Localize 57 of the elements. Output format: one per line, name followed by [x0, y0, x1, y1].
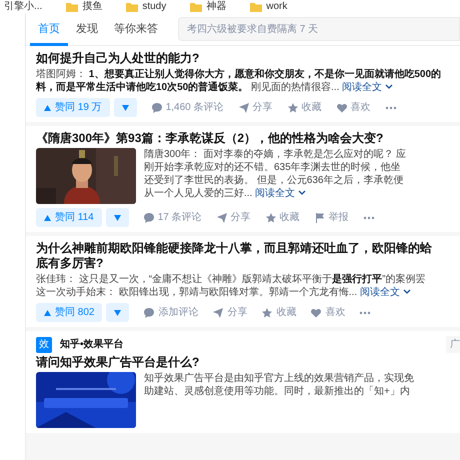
star-icon [264, 212, 277, 224]
answer-excerpt: 料，而是平常生活中请他吃10次50的普通饭菜。 刚见面的热情很容... 阅读全文 [36, 81, 442, 94]
chevron-down-icon [402, 289, 411, 296]
comment-icon [143, 306, 156, 318]
paper-plane-icon [238, 102, 250, 114]
brand-name[interactable]: 知乎•效果平台 [60, 337, 124, 352]
chevron-down-icon [298, 190, 306, 196]
bookmark-link[interactable]: 神器 [206, 0, 226, 13]
triangle-up-icon [44, 214, 51, 220]
answer-excerpt: 从一个人见人爱的三好... 阅读全文 [144, 187, 406, 200]
downvote-button[interactable] [114, 98, 137, 117]
star-icon [261, 306, 274, 318]
answer-excerpt: 这一次动手始末： 欧阳锋出现，郭靖与欧阳锋对掌。郭靖一个亢龙有悔... 阅读全文 [36, 286, 426, 299]
heart-icon [310, 306, 322, 318]
chevron-down-icon [384, 84, 393, 90]
bookmark-link[interactable]: study [142, 0, 166, 13]
question-title[interactable]: 请问知乎效果广告平台是什么? [36, 355, 454, 370]
answer-excerpt: 还受到了李世民的表扬。 但是，公元636年之后，李承乾便 [144, 174, 404, 187]
nav-tab[interactable]: 首页 [30, 13, 68, 46]
read-more-link[interactable]: 阅读全文 [342, 82, 393, 93]
more-icon[interactable] [384, 106, 396, 110]
bookmark-link[interactable]: 摸鱼 [82, 0, 102, 13]
read-more-link[interactable]: 阅读全文 [360, 287, 411, 298]
triangle-up-icon [44, 310, 51, 316]
answer-excerpt: 张佳玮： 这只是又一次，“金庸不想让《神雕》版郭靖太破坏平衡于是强行打平”的案例罢 [36, 273, 426, 286]
downvote-button[interactable] [106, 208, 129, 227]
bookmark-link[interactable]: work [266, 0, 288, 13]
downvote-button[interactable] [106, 303, 130, 322]
search-field[interactable]: 考四六级被要求自费隔离 7 天 [178, 17, 460, 41]
paper-plane-icon [212, 306, 224, 318]
more-icon[interactable] [359, 310, 372, 314]
read-more-link[interactable]: 阅读全文 [255, 188, 306, 199]
triangle-up-icon [44, 104, 51, 110]
paper-plane-icon [216, 212, 228, 224]
star-icon [286, 102, 298, 114]
answer-excerpt: 知乎效果广告平台是由知乎官方上线的效果营销产品，实现免 [144, 372, 414, 385]
triangle-down-icon [114, 214, 121, 220]
question-title[interactable]: 如何提升自己为人处世的能力? [36, 51, 454, 66]
answer-excerpt: 刚开始李承乾应对的还不错。635年李渊去世的时候，他坐 [144, 161, 402, 174]
question-title[interactable]: 底有多厉害? [36, 256, 454, 271]
triangle-down-icon [114, 310, 122, 316]
comment-icon [150, 102, 163, 114]
answer-excerpt: 助建站、灵感创意使用等功能。同时，最新推出的「知+」内 [144, 385, 411, 398]
ad-tag: 广 [446, 336, 460, 353]
answer-excerpt: 塔图阿姆： 1、想要真正让别人觉得你大方，愿意和你交朋友，不是你一见面就请他吃500的 [36, 68, 442, 81]
question-title[interactable]: 为什么神雕前期欧阳锋能硬接降龙十八掌，而且郭靖还吐血了，欧阳锋的蛤 [36, 241, 454, 256]
more-icon[interactable] [362, 216, 375, 220]
brand-logo: 效 [36, 336, 52, 352]
nav-tab[interactable]: 发现 [68, 13, 106, 46]
comment-icon [142, 212, 155, 224]
flag-icon [314, 212, 326, 224]
bookmark-link[interactable]: 引擎小... [4, 0, 42, 13]
answer-excerpt: 隋唐300年： 面对李泰的夺嫡，李承乾是怎么应对的呢？ 应 [144, 148, 406, 161]
nav-tab[interactable]: 等你来答 [106, 13, 166, 46]
triangle-down-icon [122, 104, 129, 110]
question-title[interactable]: 《隋唐300年》第93篇：李承乾谋反（2），他的性格为啥会大变? [36, 131, 454, 146]
heart-icon [336, 102, 348, 114]
